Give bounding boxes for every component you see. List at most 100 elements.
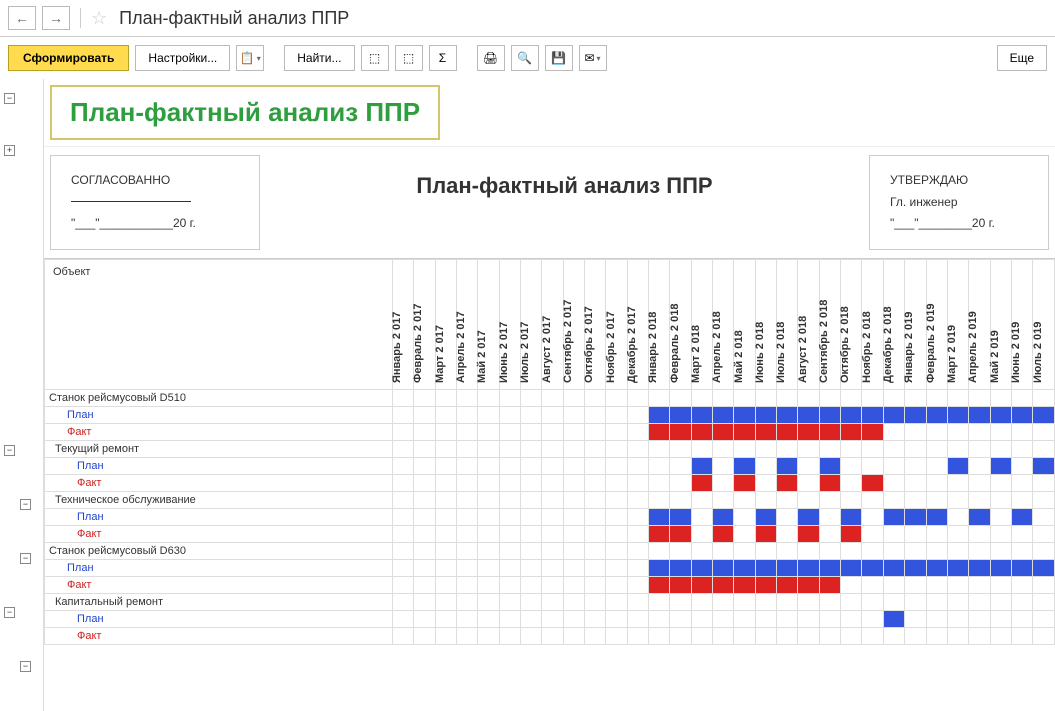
gantt-cell — [905, 440, 926, 457]
gantt-cell — [777, 610, 798, 627]
gantt-cell — [947, 491, 968, 508]
settings-button[interactable]: Настройки... — [135, 45, 230, 71]
gantt-cell — [392, 627, 413, 644]
gantt-cell — [841, 457, 862, 474]
gantt-cell — [798, 525, 819, 542]
expand-groups-button[interactable]: ⬚ — [361, 45, 389, 71]
forward-button[interactable]: → — [42, 6, 70, 30]
back-button[interactable]: ← — [8, 6, 36, 30]
gantt-cell — [990, 610, 1011, 627]
gantt-cell — [777, 559, 798, 576]
tree-collapse-icon[interactable]: − — [4, 93, 15, 104]
approval-left-date: "___"___________20 г. — [71, 213, 239, 235]
gantt-cell — [456, 508, 477, 525]
gantt-cell — [883, 423, 904, 440]
tree-toggle[interactable]: − — [20, 661, 31, 672]
gantt-cell — [755, 525, 776, 542]
gantt-cell — [414, 542, 435, 559]
gantt-cell — [585, 525, 606, 542]
gantt-cell — [542, 474, 563, 491]
gantt-cell — [947, 627, 968, 644]
form-button[interactable]: Сформировать — [8, 45, 129, 71]
gantt-cell — [734, 508, 755, 525]
email-button[interactable]: ✉▾ — [579, 45, 607, 71]
save-button[interactable]: 💾 — [545, 45, 573, 71]
gantt-cell — [691, 440, 712, 457]
gantt-cell — [777, 525, 798, 542]
gantt-cell — [627, 610, 648, 627]
gantt-cell — [755, 593, 776, 610]
gantt-cell — [883, 440, 904, 457]
gantt-cell — [456, 474, 477, 491]
gantt-cell — [499, 542, 520, 559]
gantt-cell — [777, 423, 798, 440]
gantt-cell — [926, 423, 947, 440]
gantt-cell — [627, 491, 648, 508]
gantt-cell — [755, 491, 776, 508]
gantt-cell — [542, 491, 563, 508]
gantt-cell — [777, 406, 798, 423]
gantt-cell — [414, 559, 435, 576]
gantt-cell — [883, 559, 904, 576]
variants-button[interactable]: 📋▾ — [236, 45, 264, 71]
tree-toggle[interactable]: − — [4, 607, 15, 618]
gantt-cell — [542, 576, 563, 593]
gantt-cell — [841, 559, 862, 576]
row-label: Капитальный ремонт — [45, 593, 393, 610]
gantt-cell — [606, 627, 627, 644]
gantt-cell — [585, 440, 606, 457]
gantt-cell — [478, 406, 499, 423]
gantt-cell — [456, 576, 477, 593]
gantt-cell — [478, 542, 499, 559]
gantt-cell — [414, 525, 435, 542]
gantt-cell — [585, 542, 606, 559]
gantt-cell — [392, 508, 413, 525]
tree-toggle[interactable]: − — [4, 445, 15, 456]
gantt-cell — [520, 406, 541, 423]
gantt-cell — [883, 457, 904, 474]
gantt-cell — [1033, 576, 1055, 593]
favorite-star-icon[interactable]: ☆ — [91, 8, 107, 29]
gantt-cell — [990, 457, 1011, 474]
gantt-cell — [862, 542, 883, 559]
gantt-cell — [542, 440, 563, 457]
gantt-cell — [649, 491, 670, 508]
gantt-cell — [627, 525, 648, 542]
collapse-groups-button[interactable]: ⬚ — [395, 45, 423, 71]
preview-button[interactable]: 🔍 — [511, 45, 539, 71]
find-button[interactable]: Найти... — [284, 45, 354, 71]
gantt-cell — [1033, 593, 1055, 610]
row-label: Станок рейсмусовый D510 — [45, 389, 393, 406]
print-button[interactable]: 🖨 — [477, 45, 505, 71]
gantt-cell — [1033, 508, 1055, 525]
gantt-cell — [905, 593, 926, 610]
gantt-cell — [478, 576, 499, 593]
gantt-cell — [392, 593, 413, 610]
gantt-cell — [392, 440, 413, 457]
gantt-cell — [841, 491, 862, 508]
approval-right-label: УТВЕРЖДАЮ — [890, 170, 1028, 192]
gantt-cell — [478, 423, 499, 440]
month-header: Август 2 017 — [542, 259, 563, 389]
more-button[interactable]: Еще — [997, 45, 1047, 71]
gantt-cell — [862, 491, 883, 508]
gantt-cell — [841, 406, 862, 423]
tree-expand-icon[interactable]: + — [4, 145, 15, 156]
sum-button[interactable]: Σ — [429, 45, 457, 71]
gantt-cell — [926, 559, 947, 576]
gantt-cell — [499, 406, 520, 423]
report-title: План-фактный анализ ППР — [70, 97, 420, 128]
row-label: Станок рейсмусовый D630 — [45, 542, 393, 559]
gantt-cell — [969, 508, 990, 525]
tree-toggle[interactable]: − — [20, 553, 31, 564]
gantt-cell — [777, 457, 798, 474]
gantt-cell — [414, 508, 435, 525]
gantt-cell — [392, 576, 413, 593]
gantt-cell — [499, 559, 520, 576]
tree-toggle[interactable]: − — [20, 499, 31, 510]
gantt-cell — [926, 508, 947, 525]
gantt-cell — [969, 474, 990, 491]
gantt-cell — [520, 576, 541, 593]
month-header: Август 2 018 — [798, 259, 819, 389]
gantt-cell — [926, 474, 947, 491]
